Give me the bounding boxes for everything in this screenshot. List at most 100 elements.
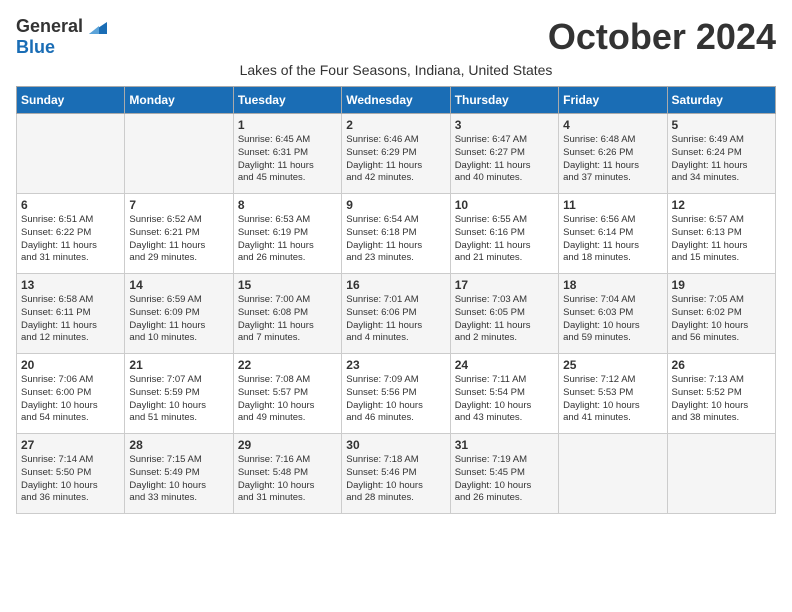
cell-info: Daylight: 11 hours bbox=[21, 320, 120, 333]
logo-icon bbox=[85, 18, 107, 34]
header-day-friday: Friday bbox=[559, 87, 667, 114]
cell-info: Daylight: 11 hours bbox=[455, 240, 554, 253]
day-number: 31 bbox=[455, 438, 554, 452]
cell-info: and 26 minutes. bbox=[238, 252, 337, 265]
cell-info: Sunrise: 6:45 AM bbox=[238, 134, 337, 147]
cell-info: Sunset: 6:21 PM bbox=[129, 227, 228, 240]
cell-info: and 43 minutes. bbox=[455, 412, 554, 425]
day-number: 17 bbox=[455, 278, 554, 292]
calendar-cell: 3Sunrise: 6:47 AMSunset: 6:27 PMDaylight… bbox=[450, 114, 558, 194]
cell-info: Sunset: 5:53 PM bbox=[563, 387, 662, 400]
cell-info: Daylight: 10 hours bbox=[563, 400, 662, 413]
cell-info: Sunset: 6:11 PM bbox=[21, 307, 120, 320]
cell-info: and 28 minutes. bbox=[346, 492, 445, 505]
cell-info: Sunrise: 6:56 AM bbox=[563, 214, 662, 227]
cell-info: Sunset: 6:06 PM bbox=[346, 307, 445, 320]
cell-info: and 46 minutes. bbox=[346, 412, 445, 425]
calendar-cell: 31Sunrise: 7:19 AMSunset: 5:45 PMDayligh… bbox=[450, 434, 558, 514]
header-day-monday: Monday bbox=[125, 87, 233, 114]
cell-info: and 18 minutes. bbox=[563, 252, 662, 265]
cell-info: Daylight: 11 hours bbox=[129, 320, 228, 333]
cell-info: and 34 minutes. bbox=[672, 172, 771, 185]
day-number: 27 bbox=[21, 438, 120, 452]
calendar-cell: 10Sunrise: 6:55 AMSunset: 6:16 PMDayligh… bbox=[450, 194, 558, 274]
month-title: October 2024 bbox=[548, 16, 776, 58]
cell-info: Sunrise: 7:06 AM bbox=[21, 374, 120, 387]
cell-info: Sunset: 5:45 PM bbox=[455, 467, 554, 480]
day-number: 10 bbox=[455, 198, 554, 212]
calendar-cell: 4Sunrise: 6:48 AMSunset: 6:26 PMDaylight… bbox=[559, 114, 667, 194]
cell-info: Sunset: 6:16 PM bbox=[455, 227, 554, 240]
cell-info: Daylight: 11 hours bbox=[21, 240, 120, 253]
calendar-cell: 23Sunrise: 7:09 AMSunset: 5:56 PMDayligh… bbox=[342, 354, 450, 434]
calendar-cell: 2Sunrise: 6:46 AMSunset: 6:29 PMDaylight… bbox=[342, 114, 450, 194]
day-number: 16 bbox=[346, 278, 445, 292]
day-number: 14 bbox=[129, 278, 228, 292]
cell-info: Daylight: 10 hours bbox=[21, 400, 120, 413]
cell-info: Sunrise: 6:46 AM bbox=[346, 134, 445, 147]
day-number: 29 bbox=[238, 438, 337, 452]
cell-info: Daylight: 10 hours bbox=[238, 400, 337, 413]
day-number: 7 bbox=[129, 198, 228, 212]
day-number: 23 bbox=[346, 358, 445, 372]
day-number: 11 bbox=[563, 198, 662, 212]
cell-info: Sunset: 5:57 PM bbox=[238, 387, 337, 400]
cell-info: Sunset: 5:46 PM bbox=[346, 467, 445, 480]
day-number: 30 bbox=[346, 438, 445, 452]
calendar-cell: 22 Sunrise: 7:08 AMSunset: 5:57 PMDayligh… bbox=[233, 354, 341, 434]
calendar-cell bbox=[125, 114, 233, 194]
cell-info: Daylight: 10 hours bbox=[672, 320, 771, 333]
cell-info: and 31 minutes. bbox=[21, 252, 120, 265]
day-number: 22 bbox=[238, 358, 337, 372]
cell-info: Sunrise: 7:04 AM bbox=[563, 294, 662, 307]
logo-general: General bbox=[16, 16, 83, 37]
day-number: 20 bbox=[21, 358, 120, 372]
cell-info: Daylight: 11 hours bbox=[238, 240, 337, 253]
cell-info: Sunset: 6:08 PM bbox=[238, 307, 337, 320]
cell-info: and 29 minutes. bbox=[129, 252, 228, 265]
cell-info: Sunrise: 7:05 AM bbox=[672, 294, 771, 307]
cell-info: Daylight: 10 hours bbox=[455, 480, 554, 493]
day-number: 5 bbox=[672, 118, 771, 132]
week-row-5: 27Sunrise: 7:14 AMSunset: 5:50 PMDayligh… bbox=[17, 434, 776, 514]
day-number: 6 bbox=[21, 198, 120, 212]
cell-info: and 40 minutes. bbox=[455, 172, 554, 185]
calendar-cell: 1 Sunrise: 6:45 AMSunset: 6:31 PMDaylight… bbox=[233, 114, 341, 194]
cell-info: Sunset: 5:52 PM bbox=[672, 387, 771, 400]
cell-info: Sunrise: 7:11 AM bbox=[455, 374, 554, 387]
header-day-saturday: Saturday bbox=[667, 87, 775, 114]
cell-info: Sunrise: 7:08 AM bbox=[238, 374, 337, 387]
cell-info: and 10 minutes. bbox=[129, 332, 228, 345]
cell-info: Sunset: 6:31 PM bbox=[238, 147, 337, 160]
header: General Blue October 2024 bbox=[16, 16, 776, 58]
cell-info: Sunrise: 7:09 AM bbox=[346, 374, 445, 387]
cell-info: Sunset: 6:19 PM bbox=[238, 227, 337, 240]
cell-info: Sunrise: 6:48 AM bbox=[563, 134, 662, 147]
cell-info: Sunset: 6:13 PM bbox=[672, 227, 771, 240]
day-number: 1 bbox=[238, 118, 337, 132]
week-row-1: 1Sunrise: 6:45 AMSunset: 6:31 PMDaylight… bbox=[17, 114, 776, 194]
cell-info: Daylight: 11 hours bbox=[238, 160, 337, 173]
cell-info: and 33 minutes. bbox=[129, 492, 228, 505]
calendar-cell: 29Sunrise: 7:16 AMSunset: 5:48 PMDayligh… bbox=[233, 434, 341, 514]
cell-info: Sunset: 5:49 PM bbox=[129, 467, 228, 480]
cell-info: Daylight: 11 hours bbox=[672, 160, 771, 173]
calendar-cell: 7Sunrise: 6:52 AMSunset: 6:21 PMDaylight… bbox=[125, 194, 233, 274]
calendar-cell bbox=[17, 114, 125, 194]
calendar-cell: 18Sunrise: 7:04 AMSunset: 6:03 PMDayligh… bbox=[559, 274, 667, 354]
calendar-cell: 15Sunrise: 7:00 AMSunset: 6:08 PMDayligh… bbox=[233, 274, 341, 354]
cell-info: and 45 minutes. bbox=[238, 172, 337, 185]
cell-info: Sunrise: 7:18 AM bbox=[346, 454, 445, 467]
week-row-3: 13Sunrise: 6:58 AMSunset: 6:11 PMDayligh… bbox=[17, 274, 776, 354]
cell-info: Sunrise: 6:53 AM bbox=[238, 214, 337, 227]
cell-info: Sunset: 6:22 PM bbox=[21, 227, 120, 240]
calendar-cell bbox=[667, 434, 775, 514]
calendar-cell: 26Sunrise: 7:13 AMSunset: 5:52 PMDayligh… bbox=[667, 354, 775, 434]
calendar-cell: 27Sunrise: 7:14 AMSunset: 5:50 PMDayligh… bbox=[17, 434, 125, 514]
calendar-cell: 13Sunrise: 6:58 AMSunset: 6:11 PMDayligh… bbox=[17, 274, 125, 354]
cell-info: Daylight: 11 hours bbox=[563, 240, 662, 253]
cell-info: and 41 minutes. bbox=[563, 412, 662, 425]
calendar-header-row: SundayMondayTuesdayWednesdayThursdayFrid… bbox=[17, 87, 776, 114]
day-number: 24 bbox=[455, 358, 554, 372]
cell-info: and 38 minutes. bbox=[672, 412, 771, 425]
